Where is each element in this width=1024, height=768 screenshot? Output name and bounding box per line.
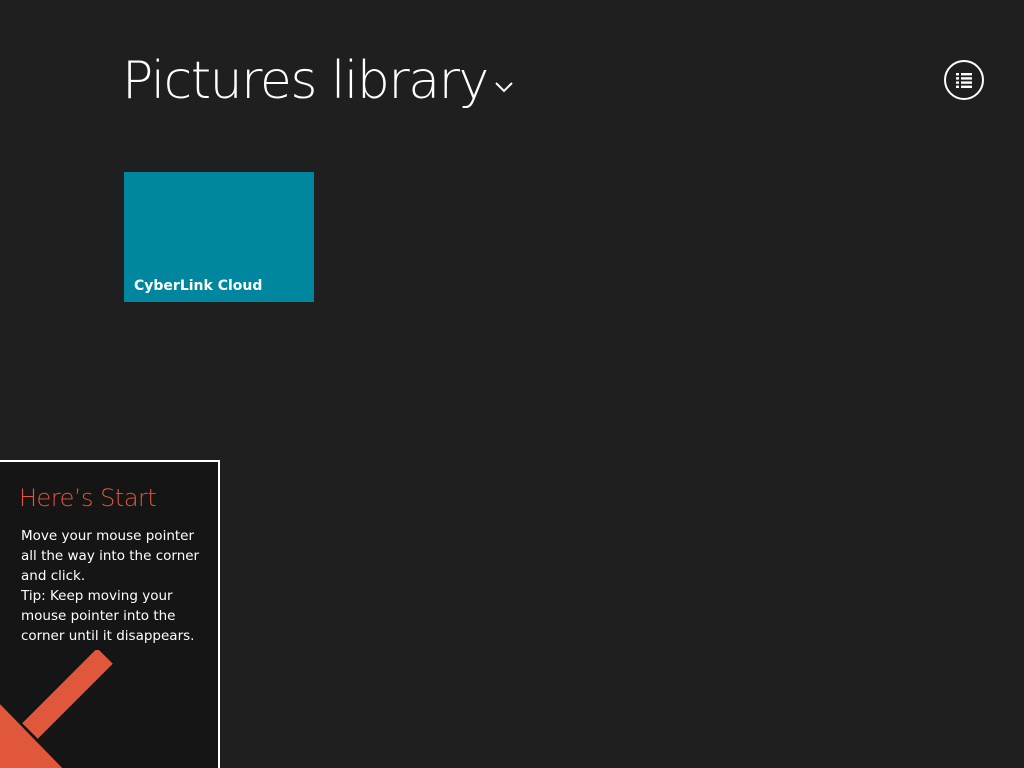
start-tip-line: all the way into the corner (21, 548, 200, 564)
start-tip-panel: Here’s Start Move your mouse pointer all… (0, 460, 220, 768)
start-tip-body: Move your mouse pointer all the way into… (21, 526, 211, 646)
page-title: Pictures library (122, 51, 489, 111)
arrow-down-left-icon (0, 650, 113, 768)
list-view-icon (956, 73, 972, 88)
view-options-button[interactable] (944, 60, 984, 100)
library-title-dropdown[interactable]: Pictures library (122, 50, 514, 112)
start-tip-line: and click. (21, 568, 86, 584)
tile-label: CyberLink Cloud (134, 278, 263, 294)
start-tip-title: Here’s Start (19, 484, 157, 512)
start-tip-line: Move your mouse pointer (21, 528, 195, 544)
start-tip-line: Tip: Keep moving your (21, 588, 173, 604)
start-tip-line: corner until it disappears. (21, 628, 195, 644)
pictures-library-screen: Pictures library CyberLink Cloud Here’s … (0, 0, 1024, 768)
start-tip-line: mouse pointer into the (21, 608, 176, 624)
chevron-down-icon (495, 82, 513, 93)
tile-cyberlink-cloud[interactable]: CyberLink Cloud (124, 172, 314, 302)
